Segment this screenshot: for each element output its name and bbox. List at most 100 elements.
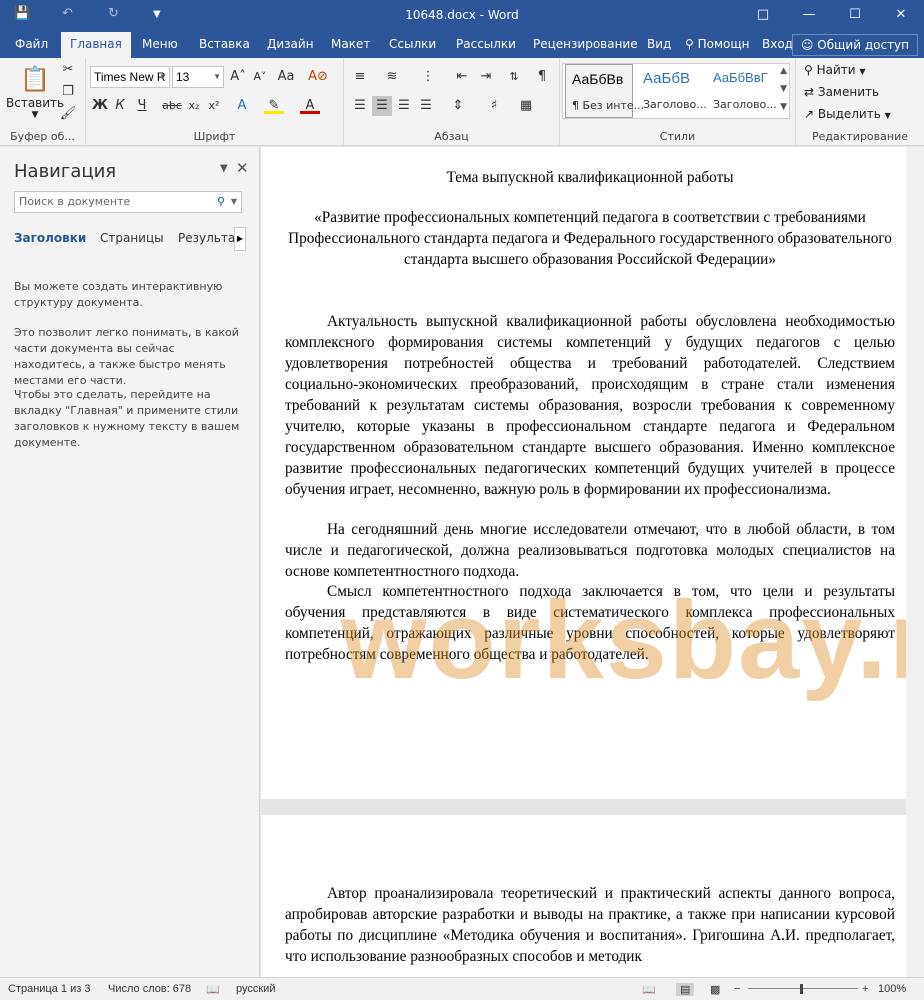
tab-menu[interactable]: Меню	[133, 32, 187, 58]
grow-font-icon[interactable]: A˄	[228, 67, 248, 87]
nav-tab-headings[interactable]: Заголовки	[14, 231, 86, 245]
cut-icon[interactable]: ✂	[58, 60, 78, 80]
search-icon[interactable]: ⚲	[217, 192, 225, 212]
vertical-scrollbar[interactable]	[906, 147, 924, 977]
word-count[interactable]: Число слов: 678	[108, 983, 191, 995]
read-mode-icon[interactable]: 📖	[642, 983, 656, 996]
align-center-icon[interactable]: ☰	[372, 96, 392, 116]
tab-references[interactable]: Ссылки	[380, 32, 445, 58]
tab-mailings[interactable]: Рассылки	[447, 32, 525, 58]
justify-icon[interactable]: ☰	[416, 96, 436, 116]
tab-home[interactable]: Главная	[61, 32, 131, 58]
language-indicator[interactable]: русский	[236, 983, 275, 995]
increase-indent-icon[interactable]: ⇥	[476, 67, 496, 87]
style-no-spacing[interactable]: АаБбВв ¶ Без инте...	[565, 64, 644, 118]
tab-review[interactable]: Рецензирование	[524, 32, 647, 58]
shading-icon[interactable]: ♯	[484, 96, 504, 116]
nav-tab-pages[interactable]: Страницы	[100, 231, 164, 245]
bold-icon[interactable]: Ж	[90, 96, 110, 116]
style-preview: АаБбВвГ	[713, 70, 768, 85]
sort-icon[interactable]: ⇅	[504, 67, 524, 87]
font-name-value: Times New R	[94, 70, 166, 84]
change-case-icon[interactable]: Aa	[276, 67, 296, 87]
ribbon-tabs: Файл Главная Меню Вставка Дизайн Макет С…	[0, 32, 924, 58]
editing-group: ⚲ Найти ▼ ⇄ Заменить ↗ Выделить ▼ Редакт…	[796, 58, 924, 146]
tell-me[interactable]: ⚲ Помощн	[676, 32, 759, 58]
decrease-indent-icon[interactable]: ⇤	[452, 67, 472, 87]
nav-help-text-2: Это позволит легко понимать, в какой час…	[14, 326, 239, 387]
replace-icon: ⇄	[804, 85, 818, 99]
text-effects-icon[interactable]: A	[232, 96, 252, 116]
document-area[interactable]: Тема выпускной квалификационной работы «…	[261, 147, 924, 977]
tab-file[interactable]: Файл	[6, 32, 57, 58]
paragraph-3: Смысл компетентностного подхода заключае…	[285, 583, 895, 663]
gallery-scroll-up-icon[interactable]: ▲	[780, 66, 787, 76]
font-name-box[interactable]: Times New R ▼	[90, 66, 170, 88]
page-count[interactable]: Страница 1 из 3	[8, 983, 90, 995]
maximize-button[interactable]: ☐	[832, 0, 878, 32]
tab-insert[interactable]: Вставка	[190, 32, 259, 58]
line-spacing-icon[interactable]: ⇕	[448, 96, 468, 116]
italic-icon[interactable]: К	[110, 96, 130, 116]
paste-icon[interactable]: 📋	[20, 64, 50, 96]
nav-options-icon[interactable]: ▼	[220, 163, 228, 174]
minimize-button[interactable]: —	[786, 0, 832, 32]
format-painter-icon[interactable]: 🖌	[58, 104, 78, 124]
word-window: 💾 ↶ ↻ ▼ 10648.docx - Word □ — ☐ ✕ Файл Г…	[0, 0, 924, 1000]
paste-dropdown-icon[interactable]: ▼	[20, 110, 50, 120]
subscript-icon[interactable]: x₂	[184, 96, 204, 116]
gallery-more-icon[interactable]: ▼	[780, 102, 787, 112]
bullets-icon[interactable]: ≡	[350, 67, 370, 87]
clipboard-label: Буфер об...	[10, 130, 75, 143]
style-heading-2[interactable]: АаБбВвГ Заголово...	[707, 64, 777, 118]
paste-button[interactable]: Вставить	[6, 96, 64, 110]
align-left-icon[interactable]: ☰	[350, 96, 370, 116]
underline-icon[interactable]: Ч	[132, 96, 152, 116]
strikethrough-icon[interactable]: abc	[162, 96, 182, 116]
select-button[interactable]: ↗ Выделить ▼	[804, 107, 891, 121]
tab-layout[interactable]: Макет	[322, 32, 379, 58]
share-label: Общий доступ	[817, 38, 909, 52]
nav-search-input[interactable]: Поиск в документе ⚲ ▼	[14, 191, 242, 213]
font-group: Times New R ▼ 13 ▼ A˄ A˅ Aa A⊘ Ж К Ч abc x…	[86, 58, 344, 146]
font-size-box[interactable]: 13 ▼	[172, 66, 224, 88]
borders-icon[interactable]: ▦	[516, 96, 536, 116]
align-right-icon[interactable]: ☰	[394, 96, 414, 116]
shrink-font-icon[interactable]: A˅	[250, 67, 270, 87]
close-icon[interactable]: ✕	[236, 159, 249, 177]
nav-title: Навигация	[14, 161, 117, 182]
find-button[interactable]: ⚲ Найти ▼	[804, 63, 866, 77]
clear-formatting-icon[interactable]: A⊘	[308, 67, 328, 87]
paragraph-1: Актуальность выпускной квалификационной …	[285, 313, 895, 498]
proofing-icon[interactable]: 📖	[206, 983, 220, 996]
print-layout-icon[interactable]: ▤	[676, 983, 695, 996]
replace-button[interactable]: ⇄ Заменить	[804, 85, 879, 99]
zoom-in-icon[interactable]: +	[862, 983, 868, 995]
pilcrow-icon[interactable]: ¶	[532, 67, 552, 87]
superscript-icon[interactable]: x²	[204, 96, 224, 116]
chevron-down-icon[interactable]: ▼	[231, 192, 237, 212]
tab-view[interactable]: Вид	[638, 32, 680, 58]
page-2[interactable]: Автор проанализировала теоретический и п…	[261, 815, 906, 977]
copy-icon[interactable]: ❐	[58, 82, 78, 102]
ribbon-options-icon[interactable]: □	[740, 0, 786, 32]
page-1[interactable]: Тема выпускной квалификационной работы «…	[261, 147, 906, 799]
zoom-out-icon[interactable]: −	[734, 983, 740, 995]
zoom-slider[interactable]	[748, 988, 858, 989]
highlight-icon[interactable]: ✎	[264, 96, 284, 114]
font-color-icon[interactable]: A	[300, 96, 320, 114]
close-button[interactable]: ✕	[878, 0, 924, 32]
numbering-icon[interactable]: ≋	[382, 67, 402, 87]
share-button[interactable]: ☺ Общий доступ	[791, 34, 918, 56]
multilevel-list-icon[interactable]: ⋮	[418, 67, 438, 87]
nav-tab-results[interactable]: Результате	[178, 231, 234, 245]
style-heading-1[interactable]: АаБбВ Заголово...	[637, 64, 707, 118]
tab-design[interactable]: Дизайн	[258, 32, 323, 58]
web-layout-icon[interactable]: ▩	[710, 983, 720, 996]
paragraph-group: ≡ ≋ ⋮ ⇤ ⇥ ⇅ ¶ ☰ ☰ ☰ ☰ ⇕ ♯ ▦ Абзац	[344, 58, 560, 146]
zoom-slider-thumb[interactable]	[800, 984, 803, 994]
nav-help-text-3: Чтобы это сделать, перейдите на вкладку …	[14, 388, 240, 449]
chevron-right-icon[interactable]: ▶	[234, 227, 246, 251]
zoom-level[interactable]: 100%	[878, 983, 906, 995]
gallery-scroll-down-icon[interactable]: ▼	[780, 84, 787, 94]
